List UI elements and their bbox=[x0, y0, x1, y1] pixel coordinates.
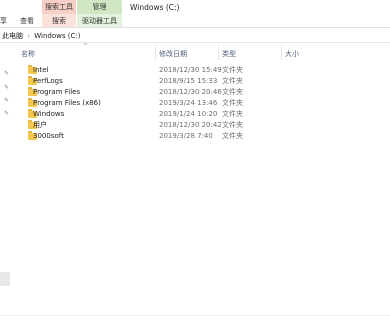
breadcrumb-this-pc[interactable]: 此电脑 bbox=[2, 32, 23, 40]
item-name: PerfLogs bbox=[33, 77, 63, 85]
tab-share[interactable]: 享 bbox=[0, 16, 7, 27]
window-title: Windows (C:) bbox=[130, 3, 180, 12]
item-name: 用户 bbox=[33, 121, 47, 129]
column-separator[interactable] bbox=[281, 46, 282, 60]
item-date: 2018/12/30 20:42 bbox=[159, 121, 222, 129]
list-item[interactable]: PerfLogs 2018/9/15 15:33 文件夹 bbox=[28, 76, 348, 88]
item-type: 文件夹 bbox=[222, 77, 243, 85]
list-item[interactable]: 3000soft 2019/3/28 7:40 文件夹 bbox=[28, 131, 348, 143]
column-separator[interactable] bbox=[155, 46, 156, 60]
column-separator[interactable] bbox=[218, 46, 219, 60]
status-bar-divider bbox=[0, 315, 390, 316]
item-name: Program Files (x86) bbox=[33, 99, 101, 107]
item-date: 2018/12/30 15:49 bbox=[159, 66, 222, 74]
item-date: 2019/1/24 10:20 bbox=[159, 110, 218, 118]
tab-drive-tools[interactable]: 驱动器工具 bbox=[82, 16, 117, 27]
address-bar[interactable]: 此电脑 › Windows (C:) bbox=[2, 31, 390, 41]
item-date: 2018/9/15 15:33 bbox=[159, 77, 218, 85]
tab-view[interactable]: 查看 bbox=[20, 16, 34, 27]
address-divider bbox=[0, 42, 390, 43]
pin-icon: ✎ bbox=[4, 84, 10, 91]
pin-icon: ✎ bbox=[4, 110, 10, 117]
context-manage-label: 管理 bbox=[92, 3, 107, 11]
item-type: 文件夹 bbox=[222, 88, 243, 96]
tab-search[interactable]: 搜索 bbox=[52, 16, 66, 27]
list-item[interactable]: Program Files 2018/12/30 20:46 文件夹 bbox=[28, 87, 348, 99]
sort-up-icon: ^ bbox=[83, 43, 89, 50]
item-type: 文件夹 bbox=[222, 132, 243, 140]
item-name: Program Files bbox=[33, 88, 81, 96]
item-name: 3000soft bbox=[33, 132, 64, 140]
breadcrumb-drive[interactable]: Windows (C:) bbox=[34, 32, 80, 40]
pin-icon: ✎ bbox=[4, 70, 10, 77]
item-name: Intel bbox=[33, 66, 49, 74]
column-header-name[interactable]: 名称 bbox=[21, 49, 35, 59]
context-tab-search-tools[interactable]: 搜索工具 bbox=[42, 0, 76, 14]
context-tab-manage[interactable]: 管理 bbox=[77, 0, 122, 14]
ribbon-divider bbox=[0, 27, 390, 28]
breadcrumb-separator: › bbox=[27, 32, 31, 40]
item-type: 文件夹 bbox=[222, 121, 243, 129]
item-type: 文件夹 bbox=[222, 110, 243, 118]
column-header-type[interactable]: 类型 bbox=[222, 49, 236, 59]
list-item[interactable]: Windows 2019/1/24 10:20 文件夹 bbox=[28, 109, 348, 121]
item-type: 文件夹 bbox=[222, 99, 243, 107]
list-item[interactable]: Program Files (x86) 2019/3/24 13:46 文件夹 bbox=[28, 98, 348, 110]
list-item[interactable]: Intel 2018/12/30 15:49 文件夹 bbox=[28, 65, 348, 77]
nav-pane-scrollbar[interactable] bbox=[0, 272, 10, 286]
column-header-size[interactable]: 大小 bbox=[285, 49, 299, 59]
item-date: 2019/3/28 7:40 bbox=[159, 132, 213, 140]
list-item[interactable]: 用户 2018/12/30 20:42 文件夹 bbox=[28, 120, 348, 132]
item-type: 文件夹 bbox=[222, 66, 243, 74]
column-header-date[interactable]: 修改日期 bbox=[159, 49, 187, 59]
context-search-label: 搜索工具 bbox=[45, 3, 73, 11]
item-name: Windows bbox=[33, 110, 65, 118]
pin-icon: ✎ bbox=[4, 97, 10, 104]
item-date: 2019/3/24 13:46 bbox=[159, 99, 218, 107]
item-date: 2018/12/30 20:46 bbox=[159, 88, 222, 96]
